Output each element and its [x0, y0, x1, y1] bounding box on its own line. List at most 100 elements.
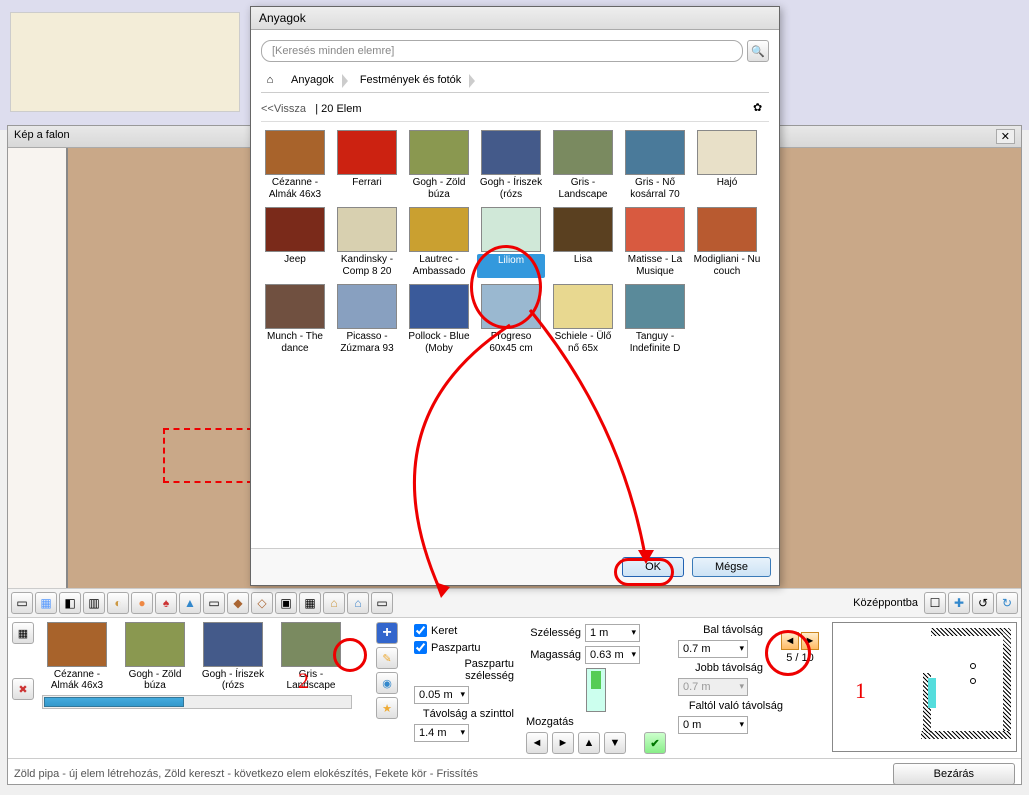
tool-r3[interactable]: ↻	[996, 592, 1018, 614]
main-title-text: Kép a falon	[14, 129, 70, 144]
grid-item-label: Lisa	[549, 254, 617, 278]
materials-dialog: Anyagok [Keresés minden elemre] 🔍 ⌂ Anya…	[250, 6, 780, 586]
center-chk[interactable]: ☐	[924, 592, 946, 614]
grid-item-label: Modigliani - Nu couch	[693, 254, 761, 278]
thumb-item[interactable]: Cézanne - Almák 46x3	[42, 622, 112, 691]
edit-btn[interactable]: ✎	[376, 647, 398, 669]
tool-9[interactable]: ▭	[203, 592, 225, 614]
tool-r1[interactable]: ✚	[948, 592, 970, 614]
tool-4[interactable]: ▥	[83, 592, 105, 614]
grid-item[interactable]: Picasso - Zúzmara 93	[333, 284, 401, 355]
back-link[interactable]: <<Vissza	[261, 103, 306, 115]
thumb-img	[47, 622, 107, 667]
annotation-pager-circle	[765, 630, 811, 676]
cancel-button[interactable]: Mégse	[692, 557, 771, 577]
star-btn[interactable]: ★	[376, 697, 398, 719]
grid-item[interactable]: Matisse - La Musique	[621, 207, 689, 278]
grid-item-thumb	[265, 284, 325, 329]
paszpartu-chk[interactable]	[414, 641, 427, 654]
grid-item[interactable]: Gogh - Íriszek (rózs	[477, 130, 545, 201]
grid-item[interactable]: Munch - The dance	[261, 284, 329, 355]
tool-16[interactable]: ▭	[371, 592, 393, 614]
grid-item[interactable]: Ferrari	[333, 130, 401, 201]
home-icon[interactable]: ⌂	[261, 71, 279, 89]
tool-7[interactable]: ♠	[155, 592, 177, 614]
tool-5[interactable]: ◐	[107, 592, 129, 614]
wall-sel[interactable]: 0 m	[678, 716, 748, 734]
thumb-scrollbar[interactable]	[42, 695, 352, 709]
grid-item[interactable]: Jeep	[261, 207, 329, 278]
width-sel[interactable]: 1 m	[585, 624, 640, 642]
bc-anyagok[interactable]: Anyagok	[285, 72, 344, 88]
search-button[interactable]: 🔍	[747, 40, 769, 62]
tool-11[interactable]: ◇	[251, 592, 273, 614]
height-sel[interactable]: 0.63 m	[585, 646, 640, 664]
grid-item[interactable]: Liliom	[477, 207, 545, 278]
world-btn[interactable]: ◉	[376, 672, 398, 694]
dist-lbl: Távolság a szinttol	[414, 708, 514, 720]
grid-item-thumb	[697, 130, 757, 175]
grid-item[interactable]: Tanguy - Indefinite D	[621, 284, 689, 355]
tool-6[interactable]: ●	[131, 592, 153, 614]
grid-item-thumb	[265, 207, 325, 252]
grid-item[interactable]: Cézanne - Almák 46x3	[261, 130, 329, 201]
tool-15[interactable]: ⌂	[347, 592, 369, 614]
grid-item-label: Progreso 60x45 cm	[477, 331, 545, 355]
grid-item-thumb	[337, 207, 397, 252]
grid-item-thumb	[625, 207, 685, 252]
left-sel[interactable]: 0.7 m	[678, 640, 748, 658]
width-lbl: Szélesség	[526, 627, 581, 639]
confirm-btn[interactable]: ✔	[644, 732, 666, 754]
bc-category[interactable]: Festmények és fotók	[354, 72, 472, 88]
close-button[interactable]: Bezárás	[893, 763, 1015, 785]
grid-item[interactable]: Gogh - Zöld búza	[405, 130, 473, 201]
move-left[interactable]: ◄	[526, 732, 548, 754]
grid-item-label: Picasso - Zúzmara 93	[333, 331, 401, 355]
grid-item[interactable]: Modigliani - Nu couch	[693, 207, 761, 278]
annotation-2: 2	[298, 668, 309, 694]
tool-2[interactable]: ▦	[35, 592, 57, 614]
grid-item[interactable]: Gris - Landscape	[549, 130, 617, 201]
side-btn-1[interactable]: ▦	[12, 622, 34, 644]
main-close-icon[interactable]: ✕	[996, 129, 1015, 144]
tool-8[interactable]: ▲	[179, 592, 201, 614]
keret-chk[interactable]	[414, 624, 427, 637]
grid-item[interactable]: Schiele - Ülő nő 65x	[549, 284, 617, 355]
tool-3[interactable]: ◧	[59, 592, 81, 614]
grid-item[interactable]: Lisa	[549, 207, 617, 278]
grid-item-label: Hajó	[693, 177, 761, 201]
tool-14[interactable]: ⌂	[323, 592, 345, 614]
gear-icon[interactable]: ✿	[753, 101, 769, 117]
grid-item-thumb	[409, 284, 469, 329]
move-down[interactable]: ▼	[604, 732, 626, 754]
ok-button[interactable]: OK	[622, 557, 684, 577]
tool-r2[interactable]: ↺	[972, 592, 994, 614]
tool-10[interactable]: ◆	[227, 592, 249, 614]
dist-sel[interactable]: 1.4 m	[414, 724, 469, 742]
thumb-item[interactable]: Gogh - Zöld búza	[120, 622, 190, 691]
grid-item-label: Gris - Landscape	[549, 177, 617, 201]
move-up[interactable]: ▲	[578, 732, 600, 754]
grid-item-label: Munch - The dance	[261, 331, 329, 355]
psz-width-sel[interactable]: 0.05 m	[414, 686, 469, 704]
tool-13[interactable]: ▦	[299, 592, 321, 614]
grid-item[interactable]: Progreso 60x45 cm	[477, 284, 545, 355]
grid-item[interactable]: Kandinsky - Comp 8 20	[333, 207, 401, 278]
grid-item-label: Gogh - Zöld búza	[405, 177, 473, 201]
grid-item[interactable]: Gris - Nő kosárral 70	[621, 130, 689, 201]
add-image-btn[interactable]: +	[376, 622, 398, 644]
grid-item-label: Kandinsky - Comp 8 20	[333, 254, 401, 278]
grid-item[interactable]: Pollock - Blue (Moby	[405, 284, 473, 355]
keret-lbl: Keret	[431, 625, 457, 637]
search-input[interactable]: [Keresés minden elemre]	[261, 40, 743, 62]
tool-1[interactable]: ▭	[11, 592, 33, 614]
grid-item-label: Liliom	[477, 254, 545, 278]
grid-item[interactable]: Hajó	[693, 130, 761, 201]
tool-12[interactable]: ▣	[275, 592, 297, 614]
side-btn-2[interactable]: ✖	[12, 678, 34, 700]
grid-item-thumb	[409, 130, 469, 175]
grid-item-label: Pollock - Blue (Moby	[405, 331, 473, 355]
grid-item[interactable]: Lautrec - Ambassado	[405, 207, 473, 278]
thumb-item[interactable]: Gogh - Íriszek (rózs	[198, 622, 268, 691]
move-right[interactable]: ►	[552, 732, 574, 754]
